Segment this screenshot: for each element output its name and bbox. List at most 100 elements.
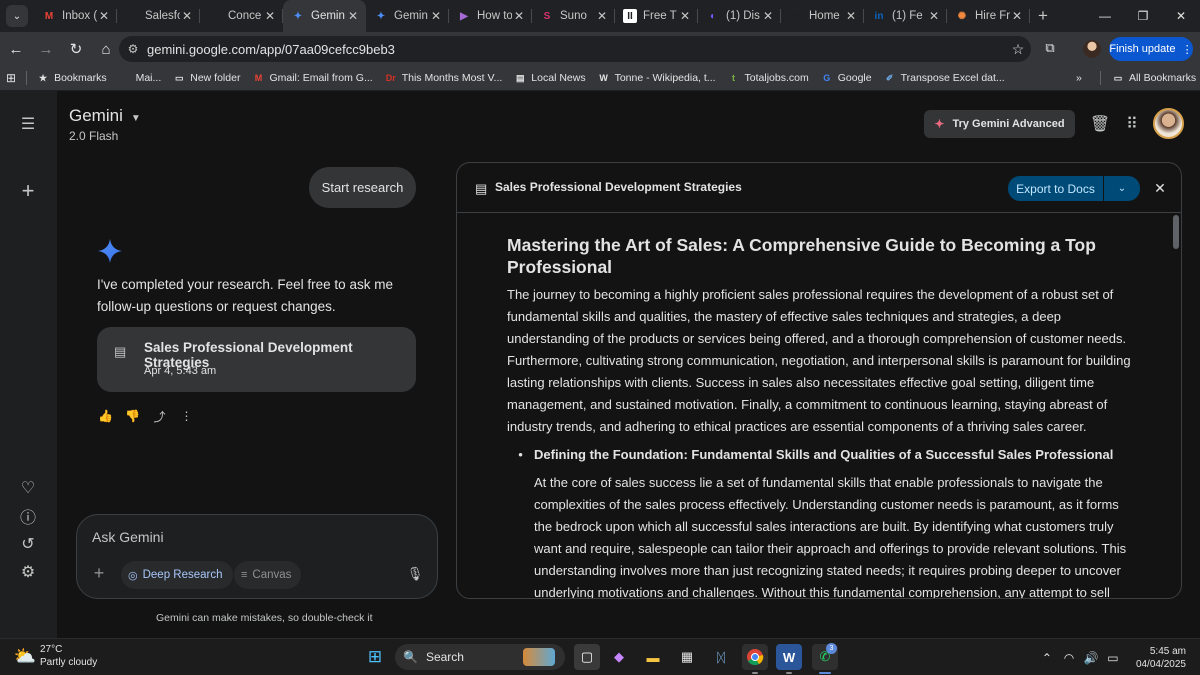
bookmark-item[interactable]: ▭ New folder [167,66,246,91]
start-button[interactable]: ⊞ [362,644,388,670]
new-tab-button[interactable]: + [1030,6,1056,26]
browser-tab[interactable]: in (1) Fe ✕ [864,0,947,32]
help-icon[interactable]: ⓘ [16,504,40,528]
tab-close-icon[interactable]: ✕ [429,9,443,23]
activity-icon[interactable]: ↺ [16,532,40,556]
copilot-icon[interactable]: ◆ [606,644,632,670]
tab-close-icon[interactable]: ✕ [346,9,360,23]
address-bar[interactable]: ⚙ gemini.google.com/app/07aa09cefcc9beb3… [119,36,1031,62]
tab-close-icon[interactable]: ✕ [595,9,609,23]
finish-update-button[interactable]: Finish update ⋮ [1109,37,1193,61]
bookmark-item[interactable]: G Google [815,66,878,91]
microphone-icon[interactable]: 🎙 [407,565,424,583]
tab-close-icon[interactable]: ✕ [678,9,692,23]
tab-close-icon[interactable]: ✕ [844,9,858,23]
close-panel-icon[interactable]: ✕ [1149,177,1171,199]
volume-icon[interactable]: 🔊 [1082,651,1100,665]
reload-button[interactable]: ↻ [62,35,90,63]
word-icon[interactable]: W [776,644,802,670]
bookmarks-divider-right [1100,71,1101,85]
clock[interactable]: 5:45 am 04/04/2025 [1136,645,1186,671]
bookmark-item[interactable]: ✐ Transpose Excel dat... [878,66,1011,91]
tab-search-button[interactable]: ⌄ [6,5,28,27]
browser-tab[interactable]: M Inbox (✕ [34,0,117,32]
tab-close-icon[interactable]: ✕ [512,9,526,23]
tab-favicon-icon: ◐ [709,10,717,22]
tab-close-icon[interactable]: ✕ [263,9,277,23]
gems-icon[interactable]: ♡ [16,476,40,500]
model-switcher[interactable]: Gemini ▼ 2.0 Flash [69,106,141,143]
browser-tab[interactable]: Conce ✕ [200,0,283,32]
browser-tab[interactable]: ▶ How to ✕ [449,0,532,32]
file-explorer-icon[interactable]: ▬ [640,644,666,670]
site-info-icon[interactable]: ⚙ [119,42,147,56]
minimize-icon[interactable]: — [1086,0,1124,32]
browser-tab[interactable]: ✦ Gemin ✕ [283,0,366,32]
extensions-icon[interactable]: ⧉ [1040,38,1060,58]
google-apps-icon[interactable]: ⠿ [1121,113,1143,135]
tab-close-icon[interactable]: ✕ [180,9,194,23]
account-avatar[interactable] [1153,108,1184,139]
battery-icon[interactable]: ▭ [1104,651,1122,665]
tab-close-icon[interactable]: ✕ [761,9,775,23]
wifi-icon[interactable]: ◠ [1060,651,1078,665]
back-button[interactable]: ← [2,35,30,63]
bookmark-item[interactable]: Mai... [113,66,168,91]
profile-avatar[interactable] [1083,40,1101,58]
browser-tab[interactable]: II Free T ✕ [615,0,698,32]
browser-tab[interactable]: Salesfo ✕ [117,0,200,32]
thumbs-up-icon[interactable]: 👍 [97,407,114,425]
canvas-button[interactable]: ≡ Canvas [234,561,302,589]
prompt-input[interactable] [92,529,392,545]
try-advanced-button[interactable]: ✦ Try Gemini Advanced [924,110,1075,138]
tab-close-icon[interactable]: ✕ [97,9,111,23]
tab-list: M Inbox (✕ Salesfo ✕ Conce ✕ ✦ Gemin ✕ ✦ Gemin ✕ ▶ Ho… [34,0,1030,32]
more-options-icon[interactable]: ⋮ [178,407,195,425]
home-button[interactable]: ⌂ [92,35,120,63]
more-bookmarks-button[interactable]: » [1070,66,1088,91]
thumbs-down-icon[interactable]: 👎 [124,407,141,425]
taskbar-search[interactable]: 🔍 Search [395,644,565,670]
browser-tab[interactable]: ◐ (1) Dis ✕ [698,0,781,32]
store-icon[interactable]: ▦ [674,644,700,670]
chrome-icon[interactable] [742,644,768,670]
bookmark-item[interactable]: W Tonne - Wikipedia, t... [592,66,722,91]
bookmark-icon: W [599,73,608,83]
tab-close-icon[interactable]: ✕ [1010,9,1024,23]
task-view-icon[interactable]: ▢ [574,644,600,670]
browser-tab[interactable]: ✦ Gemin ✕ [366,0,449,32]
browser-tab[interactable]: S Suno ✕ [532,0,615,32]
restore-icon[interactable]: ❐ [1124,0,1162,32]
browser-tab[interactable]: ✺ Hire Fr ✕ [947,0,1030,32]
export-options-button[interactable]: ⌄ [1104,176,1140,201]
bookmark-item[interactable]: ▤ Local News [508,66,591,91]
close-window-icon[interactable]: ✕ [1162,0,1200,32]
deep-research-button[interactable]: ◎ Deep Research [121,561,233,589]
bookmark-item[interactable]: M Gmail: Email from G... [246,66,378,91]
trash-icon[interactable]: 🗑 [1089,113,1111,135]
app-icon[interactable]: ᛞ [708,644,734,670]
running-indicator [786,672,792,674]
bookmark-item[interactable]: Dr This Months Most V... [379,66,509,91]
export-to-docs-button[interactable]: Export to Docs [1008,176,1103,201]
all-bookmarks-button[interactable]: ▭ All Bookmarks [1106,66,1200,91]
chevron-up-icon[interactable]: ⌃ [1038,651,1056,665]
forward-button[interactable]: → [32,35,60,63]
tab-close-icon[interactable]: ✕ [927,9,941,23]
new-chat-icon[interactable]: + [16,178,40,203]
panel-scrollbar[interactable] [1173,215,1179,249]
bookmark-item[interactable]: ★ Bookmarks [31,66,113,91]
more-vert-icon: ⋮ [1181,43,1193,56]
bookmark-item[interactable]: t Totaljobs.com [722,66,815,91]
bookmark-star-icon[interactable]: ☆ [1005,41,1031,58]
browser-tab[interactable]: 𝕏 Home ✕ [781,0,864,32]
research-doc-card[interactable]: ▤ Sales Professional Development Strateg… [97,327,416,392]
weather-widget[interactable]: ⛅ 27°C Partly cloudy [14,643,97,669]
research-panel: ▤ Sales Professional Development Strateg… [456,162,1182,599]
share-icon[interactable]: ⤴ [151,407,168,425]
add-attachment-button[interactable]: + [87,561,111,585]
bookmark-label: Mai... [135,72,162,84]
menu-icon[interactable]: ☰ [16,112,40,136]
settings-icon[interactable]: ⚙ [16,560,40,584]
apps-button[interactable]: ⊞ [0,66,22,91]
